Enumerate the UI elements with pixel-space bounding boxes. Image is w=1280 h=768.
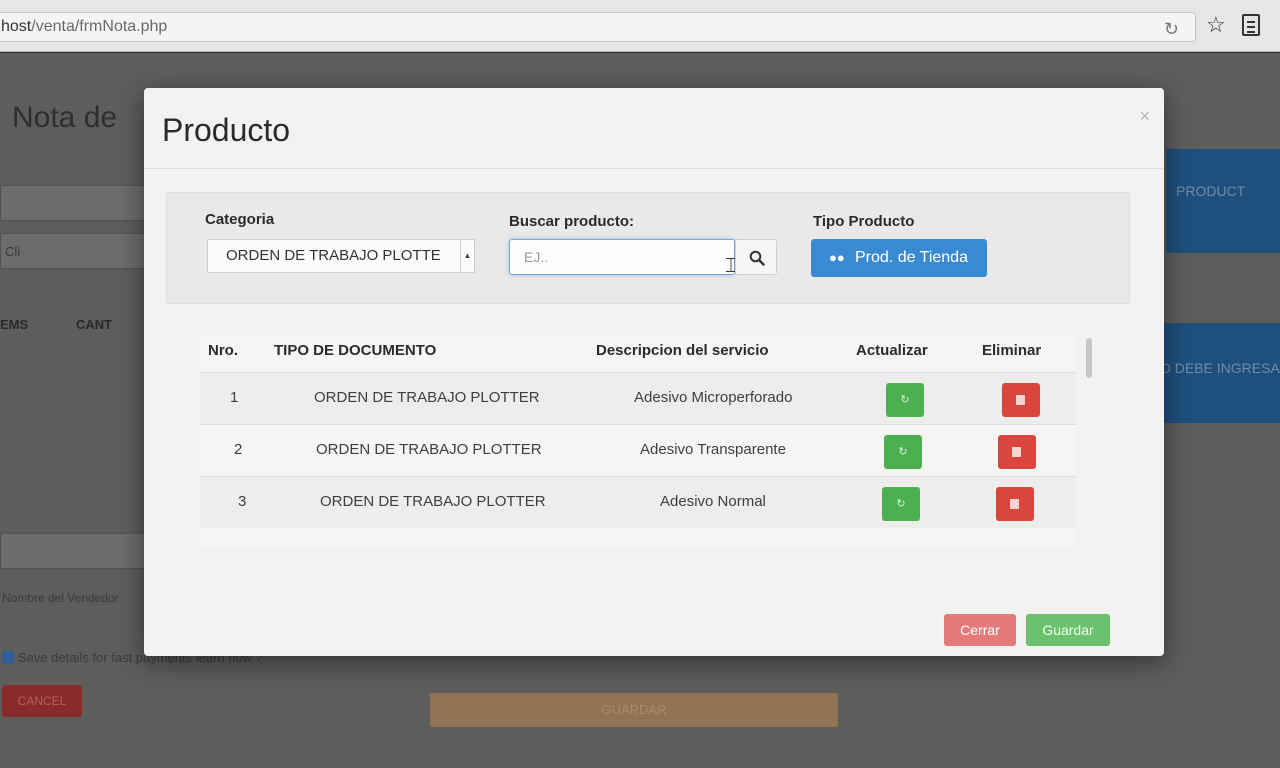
close-icon[interactable]: × xyxy=(1139,106,1150,127)
browser-toolbar: host/venta/frmNota.php ↻ ☆ xyxy=(0,0,1280,52)
url-path: /venta/frmNota.php xyxy=(31,18,168,35)
table-row: 1 ORDEN DE TRABAJO PLOTTER Adesivo Micro… xyxy=(200,372,1076,424)
prod-de-tienda-button[interactable]: ●● Prod. de Tienda xyxy=(811,239,987,277)
refresh-icon: ↻ xyxy=(896,498,906,510)
row-nro: 3 xyxy=(238,493,247,510)
bg-vendedor-placeholder: Nombre del Vendedor xyxy=(2,591,119,605)
header-tipo-documento: TIPO DE DOCUMENTO xyxy=(274,342,437,359)
categoria-label: Categoria xyxy=(205,211,275,228)
address-bar[interactable]: host/venta/frmNota.php ↻ xyxy=(0,12,1196,42)
prod-de-tienda-label: Prod. de Tienda xyxy=(855,249,968,266)
users-icon: ●● xyxy=(829,250,845,265)
url-host: host xyxy=(1,18,32,35)
search-button[interactable] xyxy=(735,239,777,275)
chevron-down-icon: ▲ xyxy=(460,240,474,272)
header-nro: Nro. xyxy=(208,342,238,359)
trash-icon xyxy=(1016,395,1025,405)
tipo-producto-label: Tipo Producto xyxy=(813,213,915,230)
cerrar-button[interactable]: Cerrar xyxy=(944,614,1016,646)
row-descripcion: Adesivo Normal xyxy=(660,493,766,510)
header-eliminar: Eliminar xyxy=(982,342,1042,359)
bg-warning-button: O DEBE INGRESA xyxy=(1150,323,1280,423)
trash-icon xyxy=(1012,447,1021,457)
bg-guardar-button[interactable]: GUARDAR xyxy=(430,693,838,727)
categoria-select[interactable]: ORDEN DE TRABAJO PLOTTE ▲ xyxy=(207,239,475,273)
filter-panel: Categoria ORDEN DE TRABAJO PLOTTE ▲ Busc… xyxy=(166,192,1130,304)
table-row: 2 ORDEN DE TRABAJO PLOTTER Adesivo Trans… xyxy=(200,424,1076,476)
search-input[interactable] xyxy=(509,239,735,275)
header-actualizar: Actualizar xyxy=(856,342,928,359)
row-descripcion: Adesivo Microperforado xyxy=(634,389,793,406)
star-icon[interactable]: ☆ xyxy=(1206,12,1226,38)
refresh-icon: ↻ xyxy=(898,446,908,458)
row-tipo: ORDEN DE TRABAJO PLOTTER xyxy=(314,389,540,406)
bg-field-cli-label: Cli xyxy=(5,244,21,259)
search-icon xyxy=(749,250,765,266)
refresh-button[interactable]: ↻ xyxy=(882,487,920,521)
refresh-button[interactable]: ↻ xyxy=(884,435,922,469)
refresh-icon: ↻ xyxy=(900,394,910,406)
table-scrollbar[interactable] xyxy=(1086,338,1092,378)
row-tipo: ORDEN DE TRABAJO PLOTTER xyxy=(320,493,546,510)
trash-icon xyxy=(1010,499,1019,509)
header-descripcion: Descripcion del servicio xyxy=(596,342,769,359)
delete-button[interactable] xyxy=(998,435,1036,469)
row-tipo: ORDEN DE TRABAJO PLOTTER xyxy=(316,441,542,458)
delete-button[interactable] xyxy=(1002,383,1040,417)
products-table: Nro. TIPO DE DOCUMENTO Descripcion del s… xyxy=(200,336,1076,546)
refresh-button[interactable]: ↻ xyxy=(886,383,924,417)
reader-menu-icon[interactable] xyxy=(1242,14,1260,36)
reload-icon[interactable]: ↻ xyxy=(1164,15,1179,43)
bg-col-cant: CANT xyxy=(76,317,113,332)
page-title: Nota de xyxy=(12,101,118,134)
guardar-button[interactable]: Guardar xyxy=(1026,614,1110,646)
modal-header-divider xyxy=(144,168,1164,169)
modal-title: Producto xyxy=(162,112,291,148)
row-nro: 1 xyxy=(230,389,239,406)
categoria-selected-value: ORDEN DE TRABAJO PLOTTE xyxy=(226,247,441,264)
buscar-label: Buscar producto: xyxy=(509,213,635,230)
delete-button[interactable] xyxy=(996,487,1034,521)
table-row: 3 ORDEN DE TRABAJO PLOTTER Adesivo Norma… xyxy=(200,476,1076,528)
row-nro: 2 xyxy=(234,441,243,458)
bg-col-items: EMS xyxy=(0,317,29,332)
bg-cancel-button[interactable]: CANCEL xyxy=(2,685,82,717)
product-modal: Producto × Categoria ORDEN DE TRABAJO PL… xyxy=(144,88,1164,656)
save-details-checkbox[interactable] xyxy=(2,651,14,663)
bg-product-button[interactable]: PRODUCT xyxy=(1166,149,1280,253)
row-descripcion: Adesivo Transparente xyxy=(640,441,786,458)
